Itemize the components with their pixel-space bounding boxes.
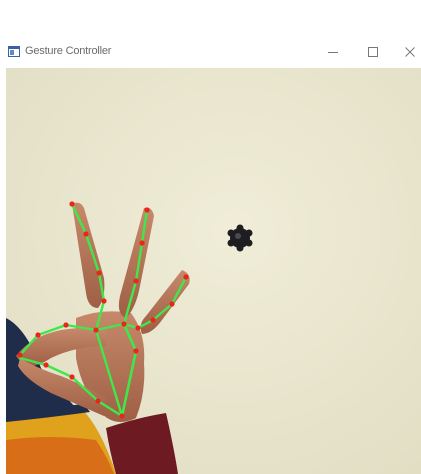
close-button[interactable] (390, 36, 421, 68)
landmark-point (139, 240, 145, 246)
landmark-point (83, 231, 89, 237)
landmark-point (133, 278, 139, 284)
landmark-point (43, 362, 49, 368)
landmark-point (169, 301, 175, 307)
landmark-point (17, 352, 23, 358)
landmark-point (121, 321, 127, 327)
landmark-point (119, 413, 125, 419)
minimize-icon (328, 52, 338, 53)
landmark-point (135, 325, 141, 331)
landmark-point (93, 327, 99, 333)
landmark-point (133, 348, 139, 354)
camera-feed (6, 68, 421, 474)
gesture-controller-window: Gesture Controller (0, 36, 421, 474)
maximize-icon (368, 47, 378, 57)
camera-frame (6, 68, 421, 474)
landmark-point (96, 270, 102, 276)
landmark-point (95, 398, 101, 404)
minimize-button[interactable] (313, 36, 353, 68)
landmark-point (150, 317, 156, 323)
landmark-point (69, 374, 75, 380)
landmark-point (183, 274, 189, 280)
landmark-point (69, 201, 75, 207)
app-window-icon (8, 46, 20, 57)
title-bar[interactable]: Gesture Controller (0, 36, 421, 68)
maximize-button[interactable] (353, 36, 393, 68)
landmark-point (35, 332, 41, 338)
screen: Gesture Controller (0, 0, 421, 474)
landmark-point (63, 322, 69, 328)
landmark-point (101, 298, 107, 304)
close-icon (405, 47, 415, 57)
landmark-point (144, 207, 150, 213)
window-title: Gesture Controller (25, 45, 112, 57)
